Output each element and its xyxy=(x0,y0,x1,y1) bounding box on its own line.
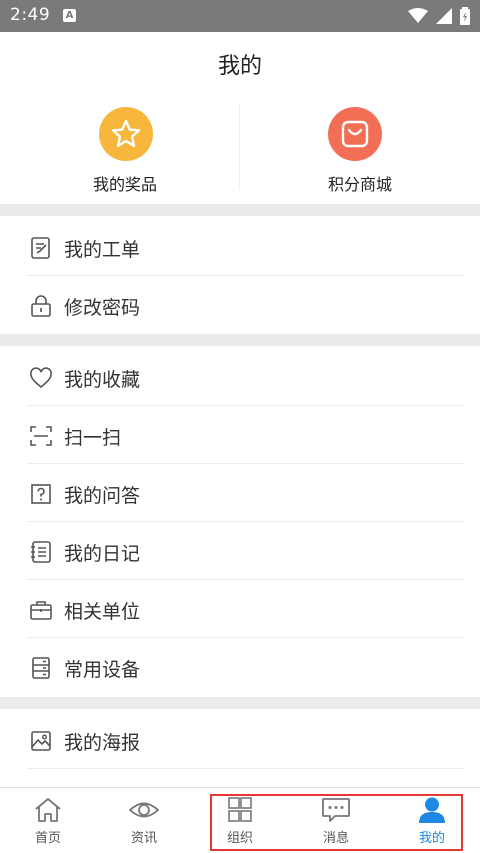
feature-row: 我的奖品 积分商城 xyxy=(0,105,480,195)
menu-item-label: 我的日记 xyxy=(64,543,141,565)
tab-label: 组织 xyxy=(226,831,253,846)
menu-item-poster[interactable]: 我的海报 xyxy=(0,711,480,769)
work-order-icon xyxy=(31,237,50,259)
menu-item-favorites[interactable]: 我的收藏 xyxy=(0,348,480,406)
points-mall-button[interactable]: 积分商城 xyxy=(240,105,480,195)
my-prizes-button[interactable]: 我的奖品 xyxy=(5,105,245,195)
tab-home[interactable]: 首页 xyxy=(0,788,96,850)
section-divider xyxy=(0,334,480,346)
menu-item-qa[interactable]: 我的问答 xyxy=(0,464,480,522)
eye-icon xyxy=(129,802,159,818)
lock-icon xyxy=(31,295,51,317)
tab-label: 首页 xyxy=(34,831,61,846)
heart-icon xyxy=(30,367,52,389)
menu-item-label: 我的工单 xyxy=(64,239,141,261)
tab-messages[interactable]: 消息 xyxy=(288,788,384,850)
tab-label: 消息 xyxy=(322,831,349,846)
user-icon xyxy=(419,797,445,823)
briefcase-icon xyxy=(30,601,52,620)
section-divider xyxy=(0,204,480,216)
image-icon xyxy=(31,731,51,751)
section-divider xyxy=(0,697,480,709)
page-title: 我的 xyxy=(217,54,262,79)
grid-icon xyxy=(228,797,252,822)
status-bar: 2:49 A xyxy=(0,0,480,32)
bottom-tab-bar: 首页 资讯 组织 消息 我的 xyxy=(0,787,480,853)
menu-item-related-units[interactable]: 相关单位 xyxy=(0,580,480,638)
tab-me[interactable]: 我的 xyxy=(384,788,480,850)
home-icon xyxy=(35,798,61,822)
menu-item-work-order[interactable]: 我的工单 xyxy=(0,218,480,276)
scan-icon xyxy=(30,426,52,446)
menu-item-scan[interactable]: 扫一扫 xyxy=(0,406,480,464)
wifi-icon xyxy=(408,8,428,23)
device-icon xyxy=(32,657,50,679)
tab-label: 我的 xyxy=(418,831,445,846)
star-icon xyxy=(111,119,141,147)
row-separator xyxy=(27,768,464,769)
notification-icon: A xyxy=(63,9,76,22)
menu-item-label: 常用设备 xyxy=(64,659,141,681)
battery-icon xyxy=(460,7,470,25)
diary-icon xyxy=(31,541,51,563)
signal-icon xyxy=(436,8,452,24)
menu-item-label: 修改密码 xyxy=(64,297,141,319)
menu-item-label: 相关单位 xyxy=(64,601,141,623)
points-mall-label: 积分商城 xyxy=(327,175,392,194)
menu-item-change-password[interactable]: 修改密码 xyxy=(0,276,480,334)
question-icon xyxy=(31,484,51,504)
chat-icon xyxy=(322,798,350,822)
menu-item-label: 扫一扫 xyxy=(64,427,122,449)
my-prizes-label: 我的奖品 xyxy=(92,175,157,194)
mall-circle xyxy=(328,107,382,161)
tab-label: 资讯 xyxy=(130,831,157,846)
status-time: 2:49 xyxy=(10,5,51,25)
menu-item-label: 我的问答 xyxy=(64,485,141,507)
tab-news[interactable]: 资讯 xyxy=(96,788,192,850)
status-icons xyxy=(408,7,470,25)
menu-item-label: 我的收藏 xyxy=(64,369,141,391)
tab-organization[interactable]: 组织 xyxy=(192,788,288,850)
menu-item-diary[interactable]: 我的日记 xyxy=(0,522,480,580)
shopping-bag-icon xyxy=(341,120,369,148)
menu-item-devices[interactable]: 常用设备 xyxy=(0,638,480,696)
prize-circle xyxy=(99,107,153,161)
menu-item-label: 我的海报 xyxy=(64,732,141,754)
